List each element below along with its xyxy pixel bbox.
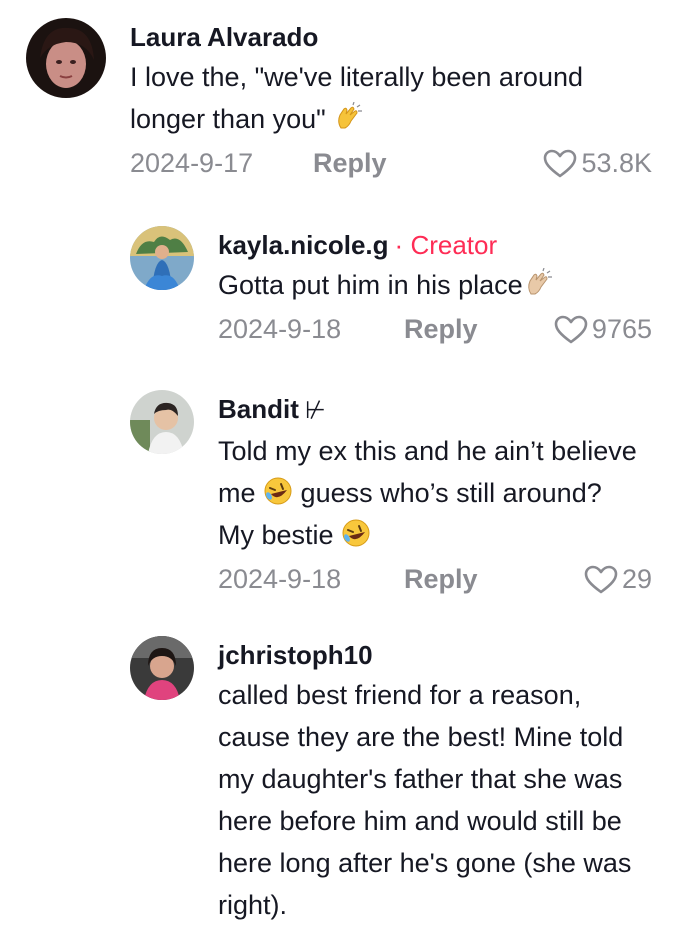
avatar[interactable] [130, 390, 194, 454]
username[interactable]: Bandit [218, 394, 299, 424]
like-button[interactable]: 9765 [554, 314, 652, 345]
like-count: 53.8K [581, 148, 652, 178]
creator-badge: Creator [410, 230, 498, 260]
avatar[interactable] [130, 636, 194, 700]
avatar[interactable] [26, 18, 106, 98]
avatar[interactable] [130, 226, 194, 290]
clapping-hands-emoji-icon [523, 268, 553, 298]
reply-kayla-nicole-g: kayla.nicole.g · Creator Gotta put him in… [0, 226, 686, 362]
reply-button[interactable]: Reply [313, 148, 387, 179]
comment-meta: 2024-9-18 Reply 29 [218, 560, 652, 600]
comment-text: Told my ex this and he ain’t believe me … [218, 430, 638, 556]
heart-icon [584, 565, 618, 593]
creator-separator: · [394, 230, 404, 260]
comment-meta: 2024-9-17 Reply 53.8K [130, 144, 652, 184]
heart-icon [554, 315, 588, 343]
comment-laura-alvarado: Laura Alvarado I love the, "we've litera… [0, 18, 686, 198]
rolling-on-floor-laughing-emoji-icon [263, 476, 293, 506]
clapping-hands-emoji-icon [333, 102, 363, 132]
username[interactable]: Laura Alvarado [130, 20, 658, 54]
username-row: Bandit ⊬ [218, 392, 658, 428]
comment-date: 2024-9-18 [218, 314, 342, 344]
reply-button[interactable]: Reply [404, 564, 478, 595]
reply-jchristoph10: jchristoph10 called best friend for a re… [0, 636, 686, 934]
comment-meta: 2024-9-18 Reply 9765 [218, 310, 652, 350]
heart-icon [544, 149, 577, 177]
comment-text: called best friend for a reason, cause t… [218, 680, 632, 920]
comment-text: I love the, "we've literally been around… [130, 56, 658, 140]
like-button[interactable]: 29 [584, 564, 652, 595]
username-row: kayla.nicole.g · Creator [218, 228, 658, 262]
comment-date: 2024-9-17 [130, 148, 254, 178]
reply-bandit: Bandit ⊬ Told my ex this and he ain’t bel… [0, 390, 686, 610]
username-glyph: ⊬ [304, 397, 326, 424]
reply-button[interactable]: Reply [404, 314, 478, 345]
username[interactable]: kayla.nicole.g [218, 230, 389, 260]
comment-text-content: Gotta put him in his place [218, 270, 523, 300]
comment-text: Gotta put him in his place [218, 264, 658, 306]
comment-date: 2024-9-18 [218, 564, 342, 594]
like-count: 9765 [591, 314, 652, 344]
like-count: 29 [621, 564, 652, 594]
like-button[interactable]: 53.8K [543, 148, 652, 179]
username[interactable]: jchristoph10 [218, 638, 658, 672]
rolling-on-floor-laughing-emoji-icon [341, 518, 371, 548]
